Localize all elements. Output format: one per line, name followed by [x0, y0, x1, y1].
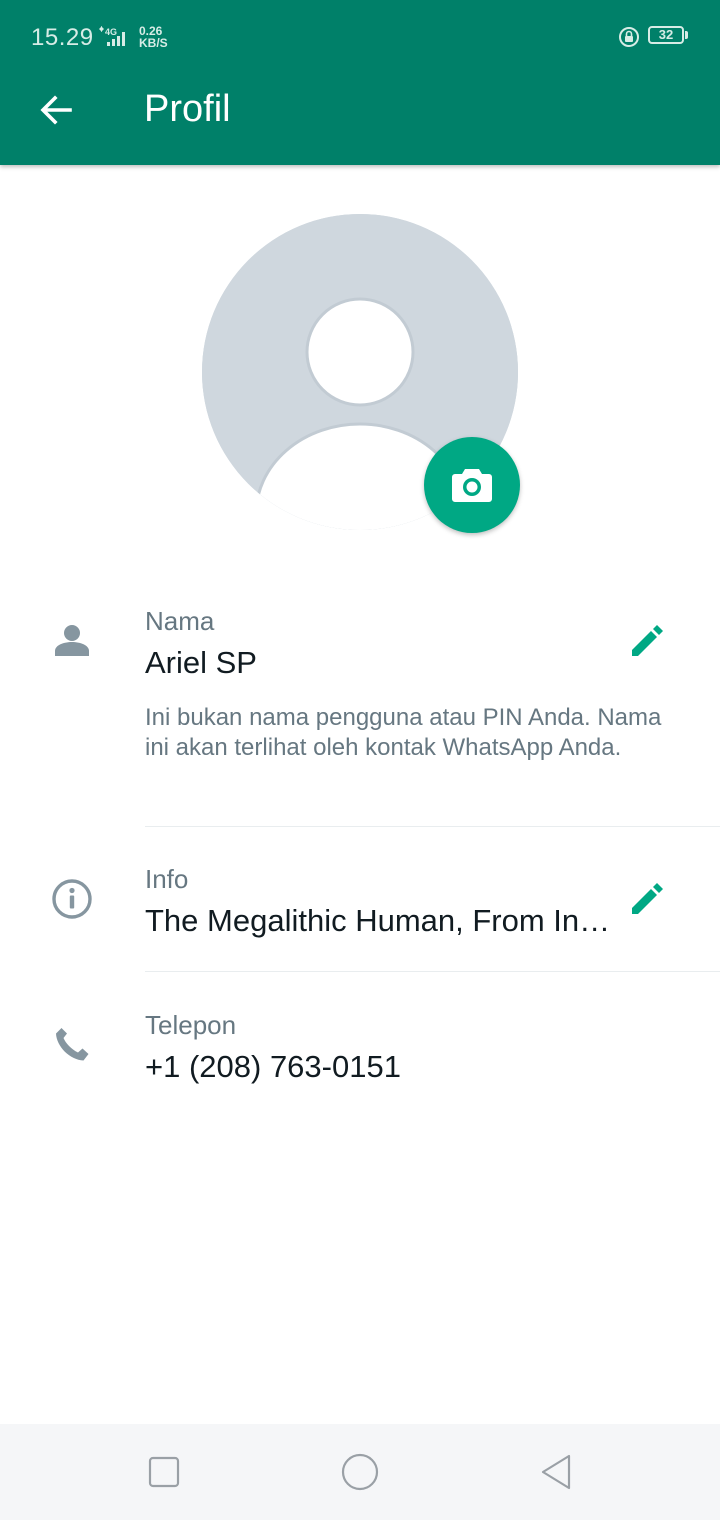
back-button[interactable] — [30, 86, 82, 134]
navigation-bar — [0, 1424, 720, 1520]
name-value[interactable]: Ariel SP — [145, 645, 605, 681]
camera-icon — [452, 469, 492, 502]
system-back-button[interactable] — [506, 1424, 606, 1520]
app-bar: 15.29 4G 0.26 KB/S 32 Profil — [0, 0, 720, 165]
battery-indicator: 32 — [648, 26, 684, 44]
circle-icon — [341, 1453, 379, 1491]
info-value[interactable]: The Megalithic Human, From In… — [145, 903, 615, 939]
phone-icon — [46, 1019, 98, 1071]
divider — [145, 971, 720, 972]
divider — [145, 826, 720, 827]
page-title: Profil — [144, 88, 231, 130]
square-icon — [148, 1456, 180, 1488]
pencil-icon — [632, 883, 663, 914]
status-time: 15.29 — [31, 24, 94, 51]
home-button[interactable] — [310, 1424, 410, 1520]
info-icon — [46, 873, 98, 925]
battery-tip — [685, 31, 688, 39]
signal-icon: 4G — [98, 26, 136, 53]
edit-name-button[interactable] — [624, 616, 672, 664]
name-hint: Ini bukan nama pengguna atau PIN Anda. N… — [145, 704, 662, 761]
pencil-icon — [632, 625, 663, 656]
person-icon — [46, 614, 98, 666]
rotation-lock-icon — [618, 26, 640, 53]
recents-button[interactable] — [114, 1424, 214, 1520]
arrow-left-icon — [40, 95, 72, 125]
network-type: 4G — [105, 27, 117, 37]
phone-value: +1 (208) 763-0151 — [145, 1049, 401, 1084]
name-label: Nama — [145, 606, 215, 636]
network-speed: 0.26 KB/S — [139, 25, 168, 49]
change-photo-button[interactable] — [424, 437, 520, 533]
info-label: Info — [145, 864, 189, 894]
speed-unit: KB/S — [139, 36, 168, 50]
edit-info-button[interactable] — [624, 874, 672, 922]
triangle-back-icon — [541, 1454, 571, 1490]
phone-label: Telepon — [145, 1010, 237, 1040]
